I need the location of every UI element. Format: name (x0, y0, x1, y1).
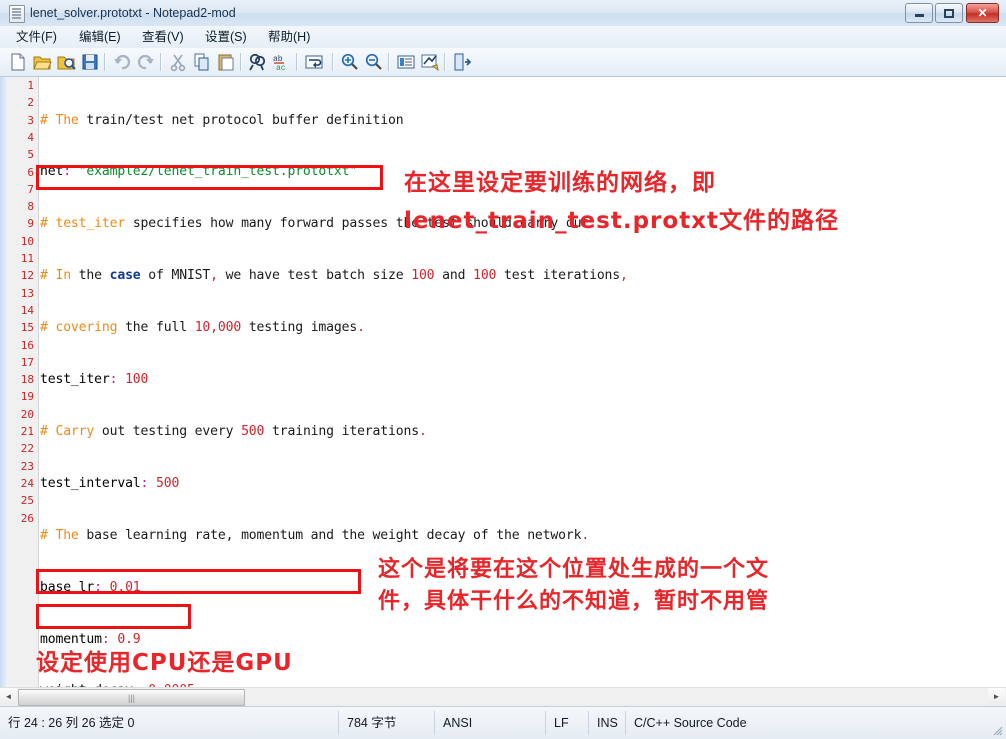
toolbar-separator (444, 53, 446, 71)
toolbar: ab ac (0, 48, 1006, 77)
status-divider (588, 711, 589, 735)
annotation-net-line1: 在这里设定要训练的网络，即 (404, 170, 716, 196)
status-insert-mode[interactable]: INS (597, 714, 618, 732)
line-number: 16 (20, 338, 34, 352)
scrollbar-thumb[interactable] (18, 689, 245, 706)
toolbar-separator (388, 53, 390, 71)
close-button[interactable]: ✕ (966, 3, 999, 23)
minimize-button[interactable] (905, 3, 933, 23)
line-number: 4 (27, 130, 34, 144)
toolbar-separator (332, 53, 334, 71)
toolbar-separator (160, 53, 162, 71)
menu-settings[interactable]: 设置(S) (199, 28, 253, 46)
copy-icon[interactable] (192, 52, 212, 72)
line-number-gutter: 1 2 3 4 5 6 7 8 9 10 11 12 13 14 15 16 1… (8, 77, 39, 687)
window-title: lenet_solver.prototxt - Notepad2-mod (30, 6, 236, 20)
code-line-4: # In the case of MNIST, we have test bat… (40, 268, 628, 284)
scroll-left-arrow-icon[interactable]: ◄ (0, 688, 17, 705)
toolbar-separator (296, 53, 298, 71)
menu-help[interactable]: 帮助(H) (262, 28, 316, 46)
annotation-solver-note: 设定使用CPU还是GPU (36, 650, 293, 676)
minimize-icon (906, 4, 932, 22)
editor-area[interactable]: 1 2 3 4 5 6 7 8 9 10 11 12 13 14 15 16 1… (0, 77, 1006, 687)
status-position[interactable]: 行 24 : 26 列 26 选定 0 (8, 714, 134, 732)
close-icon: ✕ (977, 6, 988, 20)
line-number: 19 (20, 390, 34, 404)
line-number: 14 (20, 303, 34, 317)
scheme-icon[interactable] (396, 52, 416, 72)
maximize-icon (936, 4, 962, 22)
new-file-icon[interactable] (8, 52, 28, 72)
word-wrap-icon[interactable] (304, 52, 324, 72)
scroll-right-arrow-icon[interactable]: ► (988, 688, 1005, 705)
horizontal-scrollbar[interactable]: ◄ ► (0, 687, 1006, 706)
line-number: 18 (20, 373, 34, 387)
line-number: 1 (27, 79, 34, 92)
status-divider (338, 711, 339, 735)
undo-icon[interactable] (112, 52, 132, 72)
line-number: 6 (27, 165, 34, 179)
maximize-button[interactable] (935, 3, 963, 23)
notepad2-window: lenet_solver.prototxt - Notepad2-mod ✕ 文… (0, 0, 1006, 739)
zoom-out-icon[interactable] (364, 52, 384, 72)
code-line-8: test_interval: 500 (40, 475, 180, 491)
line-number: 20 (20, 407, 34, 421)
status-bytes: 784 字节 (347, 716, 397, 730)
menu-view[interactable]: 查看(V) (136, 28, 190, 46)
code-line-5: # covering the full 10,000 testing image… (40, 320, 365, 336)
code-line-9: # The base learning rate, momentum and t… (40, 527, 590, 543)
line-number: 7 (27, 182, 34, 196)
status-divider (434, 711, 435, 735)
open-recent-icon[interactable] (56, 52, 76, 72)
line-number: 5 (27, 148, 34, 162)
status-encoding[interactable]: ANSI (443, 714, 472, 732)
open-folder-icon[interactable] (32, 52, 52, 72)
line-number: 10 (20, 234, 34, 248)
line-number: 11 (20, 252, 34, 265)
line-number: 21 (20, 425, 34, 438)
line-number: 8 (27, 200, 34, 214)
line-number: 9 (27, 217, 34, 231)
line-number: 23 (20, 459, 34, 473)
scheme-edit-icon[interactable] (420, 52, 440, 72)
line-number: 15 (20, 321, 34, 335)
code-line-6: test_iter: 100 (40, 372, 149, 388)
line-number: 12 (20, 269, 34, 283)
status-line-ending[interactable]: LF (554, 714, 569, 732)
menu-edit[interactable]: 编辑(E) (73, 28, 127, 46)
code-line-1: # The train/test net protocol buffer def… (40, 112, 404, 128)
find-icon[interactable] (248, 52, 268, 72)
menu-bar: 文件(F) 编辑(E) 查看(V) 设置(S) 帮助(H) (0, 26, 1006, 49)
save-icon[interactable] (80, 52, 100, 72)
toolbar-separator (240, 53, 242, 71)
line-number: 25 (20, 494, 34, 508)
line-number: 26 (20, 511, 34, 525)
menu-file[interactable]: 文件(F) (10, 28, 63, 46)
resize-grip-icon[interactable] (991, 724, 1003, 736)
zoom-in-icon[interactable] (340, 52, 360, 72)
toolbar-separator (104, 53, 106, 71)
line-number: 17 (20, 355, 34, 369)
document-icon (9, 5, 25, 23)
status-scheme[interactable]: C/C++ Source Code (634, 714, 747, 732)
redo-icon[interactable] (136, 52, 156, 72)
replace-icon[interactable]: ab ac (272, 52, 292, 72)
code-line-7: # Carry out testing every 500 training i… (40, 423, 427, 439)
svg-text:ac: ac (276, 64, 286, 72)
paste-icon[interactable] (216, 52, 236, 72)
line-number: 24 (20, 476, 34, 490)
line-number: 13 (20, 286, 34, 300)
cut-icon[interactable] (168, 52, 188, 72)
annotation-snapshot-note: 这个是将要在这个位置处生成的一个文 件，具体干什么的不知道，暂时不用管 (378, 557, 770, 614)
title-bar: lenet_solver.prototxt - Notepad2-mod ✕ (0, 0, 1006, 27)
status-divider (625, 711, 626, 735)
line-number: 22 (20, 442, 34, 456)
status-bar: 行 24 : 26 列 26 选定 0 784 字节 ANSI LF INS C… (0, 706, 1006, 739)
exit-icon[interactable] (452, 52, 472, 72)
line-number: 2 (27, 96, 34, 110)
line-number: 3 (27, 113, 34, 127)
status-divider (545, 711, 546, 735)
annotation-net-line2: lenet_train_test.protxt文件的路径 (404, 208, 840, 234)
